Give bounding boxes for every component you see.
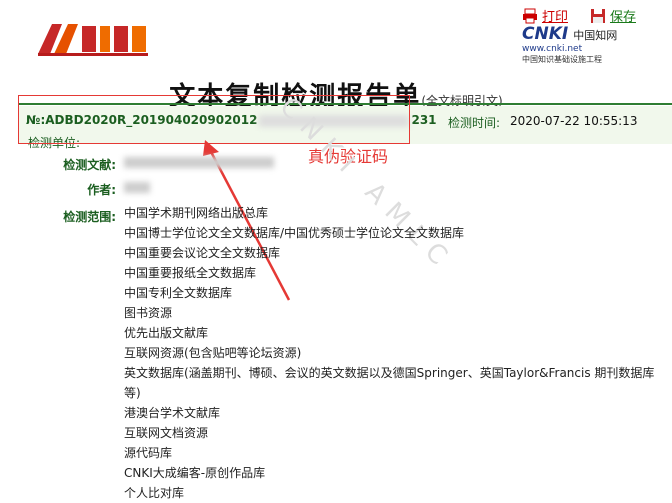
list-item: 中国重要会议论文全文数据库 xyxy=(124,246,281,260)
list-item: 互联网资源(包含贴吧等论坛资源) xyxy=(124,346,302,360)
list-item: 图书资源 xyxy=(124,306,173,320)
list-item: 中国重要报纸全文数据库 xyxy=(124,266,257,280)
amlc-logo xyxy=(38,24,148,56)
save-button[interactable]: 保存 xyxy=(590,6,636,25)
cnki-cn-name: 中国知网 xyxy=(573,29,618,42)
redacted-author xyxy=(124,182,150,193)
range-label: 检测范围: xyxy=(63,210,116,224)
printer-icon xyxy=(522,8,537,23)
list-item: 优先出版文献库 xyxy=(124,326,209,340)
list-item: 源代码库 xyxy=(124,446,173,460)
cnki-url: www.cnki.net xyxy=(522,44,583,54)
list-item: 互联网文档资源 xyxy=(124,426,209,440)
print-label: 打印 xyxy=(541,10,568,25)
list-item: 中国学术期刊网络出版总库 xyxy=(124,206,269,220)
floppy-disk-icon xyxy=(590,8,605,23)
cnki-logo: CNKI 中国知网 www.cnki.net 中国知识基础设施工程 xyxy=(522,24,632,64)
list-item: 中国专利全文数据库 xyxy=(124,286,233,300)
print-button[interactable]: 打印 xyxy=(522,6,568,25)
doc-no-suffix: 231 xyxy=(411,113,437,127)
doc-label: 检测文献: xyxy=(63,158,116,172)
check-time-label: 检测时间: xyxy=(448,116,501,130)
toolbar: 打印 保存 xyxy=(522,6,636,25)
cnki-subtitle: 中国知识基础设施工程 xyxy=(522,55,602,64)
cnki-name: CNKI xyxy=(522,24,569,44)
list-item: 中国博士学位论文全文数据库/中国优秀硕士学位论文全文数据库 xyxy=(124,226,465,240)
list-item: 个人比对库 xyxy=(124,486,185,500)
list-item: 英文数据库(涵盖期刊、博硕、会议的英文数据以及德国Springer、英国Tayl… xyxy=(124,366,655,400)
scope-list: 中国学术期刊网络出版总库 中国博士学位论文全文数据库/中国优秀硕士学位论文全文数… xyxy=(124,203,664,503)
redacted-doc-title xyxy=(124,157,274,168)
save-label: 保存 xyxy=(609,10,636,25)
annotation-box xyxy=(18,95,410,144)
author-label: 作者: xyxy=(87,183,116,197)
list-item: CNKI大成编客-原创作品库 xyxy=(124,466,266,480)
list-item: 港澳台学术文献库 xyxy=(124,406,221,420)
check-time-value: 2020-07-22 10:55:13 xyxy=(510,114,638,128)
